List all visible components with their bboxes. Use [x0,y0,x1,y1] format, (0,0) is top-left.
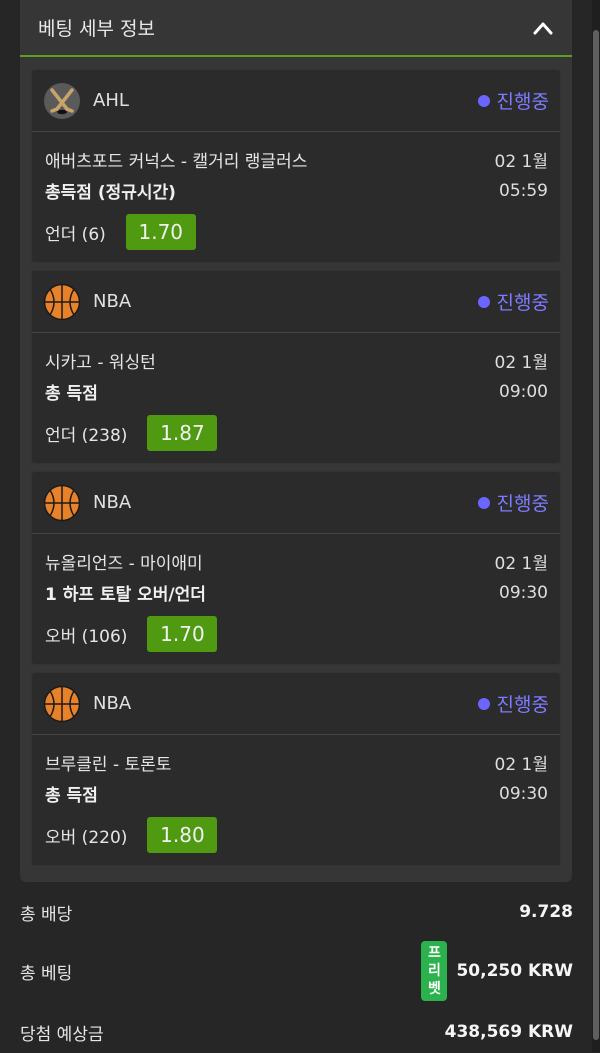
league-name: NBA [93,291,132,312]
bet-card-header: AHL 진행중 [32,70,560,132]
freebet-char: 벳 [428,981,441,997]
league-name: AHL [93,90,129,111]
status-badge: 진행중 [477,87,549,114]
live-dot-icon [477,697,490,710]
status-badge: 진행중 [477,288,549,315]
match-time: 09:00 [499,381,548,402]
total-stake-row: 총 베팅 프 리 벳 50,250 KRW [20,931,573,1011]
bet-summary: 총 배당 9.728 총 베팅 프 리 벳 50,250 KRW 당첨 예상금 … [20,893,573,1053]
match-date: 02 1월 [494,152,549,172]
league-name: NBA [93,693,132,714]
status-badge: 진행중 [477,690,549,717]
potential-win-label: 당첨 예상금 [20,1024,104,1045]
total-odds-row: 총 배당 9.728 [20,893,573,931]
total-odds-label: 총 배당 [20,904,73,925]
freebet-char: 프 [428,945,441,961]
bet-card-header: NBA 진행중 [32,271,560,333]
odds-badge: 1.80 [147,817,218,853]
bet-card-header: NBA 진행중 [32,472,560,534]
status-text: 진행중 [496,493,549,515]
match-name: 뉴올리언즈 - 마이애미 [45,554,203,574]
league-name: NBA [93,492,132,513]
freebet-char: 리 [428,963,441,979]
scrollbar-track[interactable] [592,0,600,1052]
match-date: 02 1월 [494,755,549,775]
freebet-badge: 프 리 벳 [421,941,448,1001]
basketball-icon [43,283,81,321]
status-text: 진행중 [496,91,549,113]
status-badge: 진행중 [477,489,549,516]
bet-card-header: NBA 진행중 [32,673,560,735]
status-text: 진행중 [496,292,549,314]
selection: 언더 (6) [45,224,106,245]
selection: 언더 (238) [45,425,128,446]
match-time: 09:30 [499,783,548,804]
selection: 오버 (106) [45,626,128,647]
selection: 오버 (220) [45,827,128,848]
bet-card-body: 브루클린 - 토론토 02 1월 총 득점 09:30 오버 (220) 1.8… [32,735,560,853]
scrollbar-thumb[interactable] [593,30,599,1040]
match-time: 05:59 [499,180,548,201]
live-dot-icon [477,94,490,107]
bet-card-body: 애버츠포드 커넉스 - 캘거리 랭글러스 02 1월 총득점 (정규시간) 05… [32,132,560,250]
potential-win-value: 438,569 KRW [444,1022,573,1042]
bet-details-panel: 베팅 세부 정보 AHL 진행중 애버츠포드 커넉스 - 캘거리 랭글러스 02… [20,0,572,882]
bet-card: NBA 진행중 뉴올리언즈 - 마이애미 02 1월 1 하프 토탈 오버/언더… [31,471,561,665]
bet-card: NBA 진행중 브루클린 - 토론토 02 1월 총 득점 09:30 오버 (… [31,672,561,866]
total-stake-value: 50,250 KRW [456,961,573,981]
match-name: 시카고 - 워싱턴 [45,353,156,373]
bet-details-header[interactable]: 베팅 세부 정보 [20,0,572,57]
live-dot-icon [477,295,490,308]
match-name: 애버츠포드 커넉스 - 캘거리 랭글러스 [45,152,308,172]
market-name: 총 득점 [45,786,98,806]
basketball-icon [43,484,81,522]
bet-list: AHL 진행중 애버츠포드 커넉스 - 캘거리 랭글러스 02 1월 총득점 (… [20,57,572,866]
match-date: 02 1월 [494,353,549,373]
status-text: 진행중 [496,694,549,716]
live-dot-icon [477,496,490,509]
bet-card-body: 뉴올리언즈 - 마이애미 02 1월 1 하프 토탈 오버/언더 09:30 오… [32,534,560,652]
match-name: 브루클린 - 토론토 [45,755,172,775]
odds-badge: 1.70 [125,214,196,250]
bet-card: NBA 진행중 시카고 - 워싱턴 02 1월 총 득점 09:00 언더 (2… [31,270,561,464]
odds-badge: 1.87 [147,415,218,451]
market-name: 총득점 (정규시간) [45,183,176,203]
odds-badge: 1.70 [147,616,218,652]
bet-card: AHL 진행중 애버츠포드 커넉스 - 캘거리 랭글러스 02 1월 총득점 (… [31,69,561,263]
basketball-icon [43,685,81,723]
panel-title: 베팅 세부 정보 [38,18,155,40]
total-odds-value: 9.728 [519,902,573,922]
bet-card-body: 시카고 - 워싱턴 02 1월 총 득점 09:00 언더 (238) 1.87 [32,333,560,451]
match-date: 02 1월 [494,554,549,574]
hockey-icon [43,82,81,120]
market-name: 1 하프 토탈 오버/언더 [45,585,206,605]
market-name: 총 득점 [45,384,98,404]
total-stake-label: 총 베팅 [20,963,73,984]
match-time: 09:30 [499,582,548,603]
chevron-up-icon[interactable] [530,15,556,41]
potential-win-row: 당첨 예상금 438,569 KRW [20,1011,573,1053]
